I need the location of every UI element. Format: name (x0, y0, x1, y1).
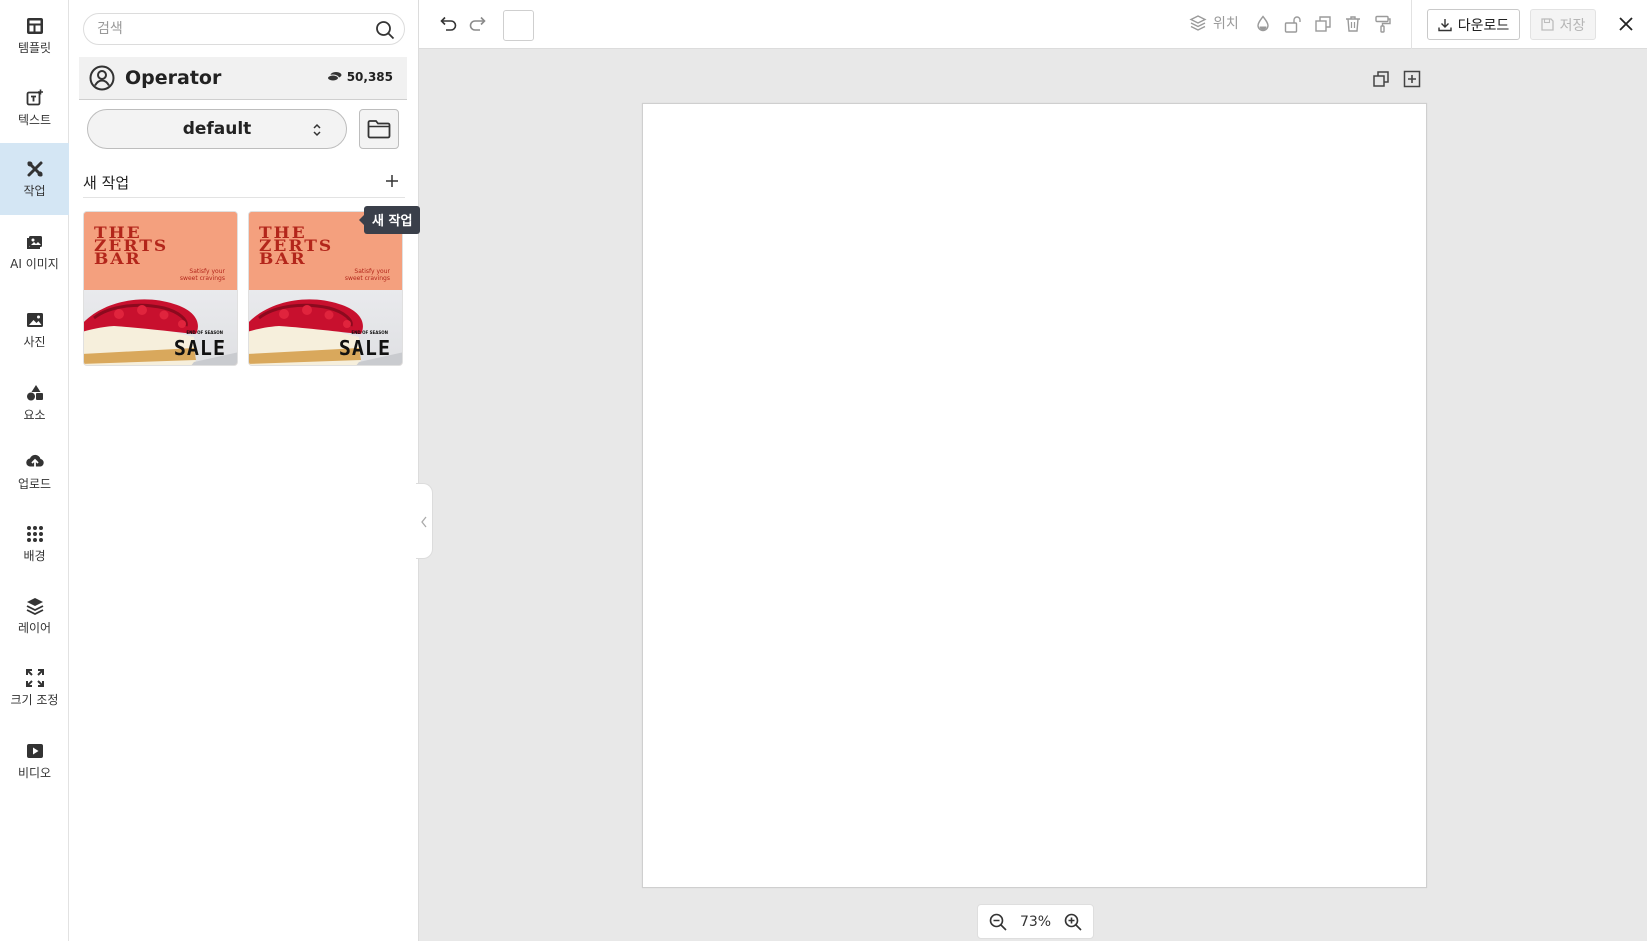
format-painter-icon[interactable] (1373, 14, 1393, 34)
sidebar-item-upload[interactable]: 업로드 (0, 444, 69, 500)
sidebar-item-background[interactable]: 배경 (0, 516, 69, 572)
background-grid-icon (26, 525, 43, 542)
video-icon (26, 743, 43, 758)
add-page-icon[interactable] (1403, 70, 1421, 88)
upload-icon (25, 454, 44, 469)
duplicate-icon[interactable] (1313, 14, 1333, 34)
sidebar-item-label: 비디오 (17, 765, 52, 780)
workspace-selected-value: default (182, 119, 252, 139)
sidebar-item-label: 작업 (23, 183, 46, 198)
ai-image-icon (26, 235, 42, 249)
sidebar-item-label: 크기 조정 (10, 692, 59, 707)
design-canvas-page[interactable] (642, 103, 1427, 888)
redo-icon[interactable] (468, 14, 488, 34)
thumb-headline: BAR (259, 249, 307, 269)
top-toolbar: 위치 다운로드 저장 (419, 0, 1647, 49)
position-button[interactable]: 위치 (1189, 13, 1239, 33)
workspace-select[interactable]: default (87, 109, 347, 149)
folder-icon (367, 120, 391, 139)
sidebar-item-elements[interactable]: 요소 (0, 375, 69, 431)
opacity-icon[interactable] (1253, 14, 1273, 34)
sidebar-item-video[interactable]: 비디오 (0, 733, 69, 789)
thumb-sale-text: SALE (338, 336, 391, 360)
sidebar-item-resize[interactable]: 크기 조정 (0, 660, 69, 716)
sidebar-item-label: 템플릿 (17, 40, 52, 55)
thumb-tagline-line: sweet cravings (344, 275, 390, 282)
thumb-headline: BAR (94, 249, 142, 269)
tools-icon (27, 161, 42, 176)
template-icon (26, 17, 43, 34)
thumb-tagline-line: sweet cravings (179, 275, 225, 282)
thumb-tagline-line: Satisfy your (189, 268, 225, 275)
user-name: Operator (125, 67, 222, 89)
sidebar-item-template[interactable]: 템플릿 (0, 8, 69, 64)
user-bar: Operator 50,385 (79, 57, 407, 100)
zoom-in-icon[interactable] (1063, 912, 1083, 932)
zoom-level: 73% (1019, 913, 1052, 930)
icon-rail: 템플릿 텍스트 작업 AI 이미지 사진 요소 업로드 배경 레이어 크기 조정… (0, 0, 69, 941)
sidebar-item-label: 업로드 (17, 476, 52, 491)
thumb-sale-text: SALE (173, 336, 226, 360)
sidebar-item-label: 텍스트 (17, 112, 52, 127)
add-icon[interactable] (381, 170, 403, 192)
toolbar-divider (1411, 0, 1412, 49)
trash-icon[interactable] (1343, 14, 1363, 34)
resize-icon (25, 668, 44, 687)
zoom-out-icon[interactable] (988, 912, 1008, 932)
sidebar-item-tools[interactable]: 작업 (0, 143, 69, 215)
search-icon[interactable] (375, 20, 395, 40)
collapse-panel-handle[interactable] (416, 483, 433, 559)
sidebar-item-ai-image[interactable]: AI 이미지 (0, 224, 69, 280)
design-thumbnail[interactable]: THE ZERTS BAR Satisfy your sweet cravings… (248, 211, 403, 366)
background-color-swatch[interactable] (503, 10, 534, 41)
search-input[interactable] (84, 15, 364, 43)
sidebar-item-label: 요소 (23, 407, 46, 422)
tools-panel: Operator 50,385 default 새 작업 THE ZERTS B… (69, 0, 419, 941)
save-icon (1540, 18, 1554, 31)
user-avatar-icon (89, 65, 115, 91)
close-icon[interactable] (1615, 13, 1637, 35)
duplicate-page-icon[interactable] (1372, 70, 1390, 88)
sidebar-item-photo[interactable]: 사진 (0, 302, 69, 358)
download-label: 다운로드 (1457, 17, 1510, 34)
chevron-left-icon (421, 516, 427, 528)
photo-icon (26, 312, 43, 327)
thumb-tagline-line: Satisfy your (354, 268, 390, 275)
section-title: 새 작업 (83, 174, 130, 192)
sidebar-item-label: 사진 (23, 334, 46, 349)
thumb-subtitle: END OF SEASON (186, 330, 223, 335)
new-work-section-header: 새 작업 (83, 170, 405, 198)
layers-icon (26, 597, 43, 615)
credits-badge: 50,385 (326, 70, 393, 84)
save-label: 저장 (1559, 17, 1586, 34)
folder-button[interactable] (359, 109, 399, 149)
save-button[interactable]: 저장 (1530, 9, 1596, 40)
position-label: 위치 (1213, 16, 1239, 32)
design-thumbnail[interactable]: THE ZERTS BAR Satisfy your sweet cravings… (83, 211, 238, 366)
sidebar-item-text[interactable]: 텍스트 (0, 80, 69, 136)
new-work-tooltip: 새 작업 (358, 206, 421, 234)
app-root: 템플릿 텍스트 작업 AI 이미지 사진 요소 업로드 배경 레이어 크기 조정… (0, 0, 1647, 941)
unlock-icon[interactable] (1283, 14, 1303, 34)
sidebar-item-label: 레이어 (17, 620, 52, 635)
sidebar-item-label: AI 이미지 (10, 256, 59, 271)
sidebar-item-layers[interactable]: 레이어 (0, 588, 69, 644)
search-box (83, 13, 405, 45)
undo-icon[interactable] (438, 14, 458, 34)
download-button[interactable]: 다운로드 (1427, 9, 1520, 40)
thumb-tagline: Satisfy your sweet cravings (180, 268, 225, 282)
credits-value: 50,385 (346, 70, 393, 84)
coins-icon (326, 72, 342, 82)
sidebar-item-label: 배경 (23, 548, 46, 563)
layers-position-icon (1189, 15, 1207, 31)
text-icon (26, 89, 43, 105)
shapes-icon (26, 384, 43, 400)
thumb-tagline: Satisfy your sweet cravings (345, 268, 390, 282)
download-icon (1438, 18, 1452, 31)
zoom-control: 73% (977, 904, 1094, 939)
thumb-subtitle: END OF SEASON (351, 330, 388, 335)
chevron-up-down-icon (313, 123, 321, 137)
